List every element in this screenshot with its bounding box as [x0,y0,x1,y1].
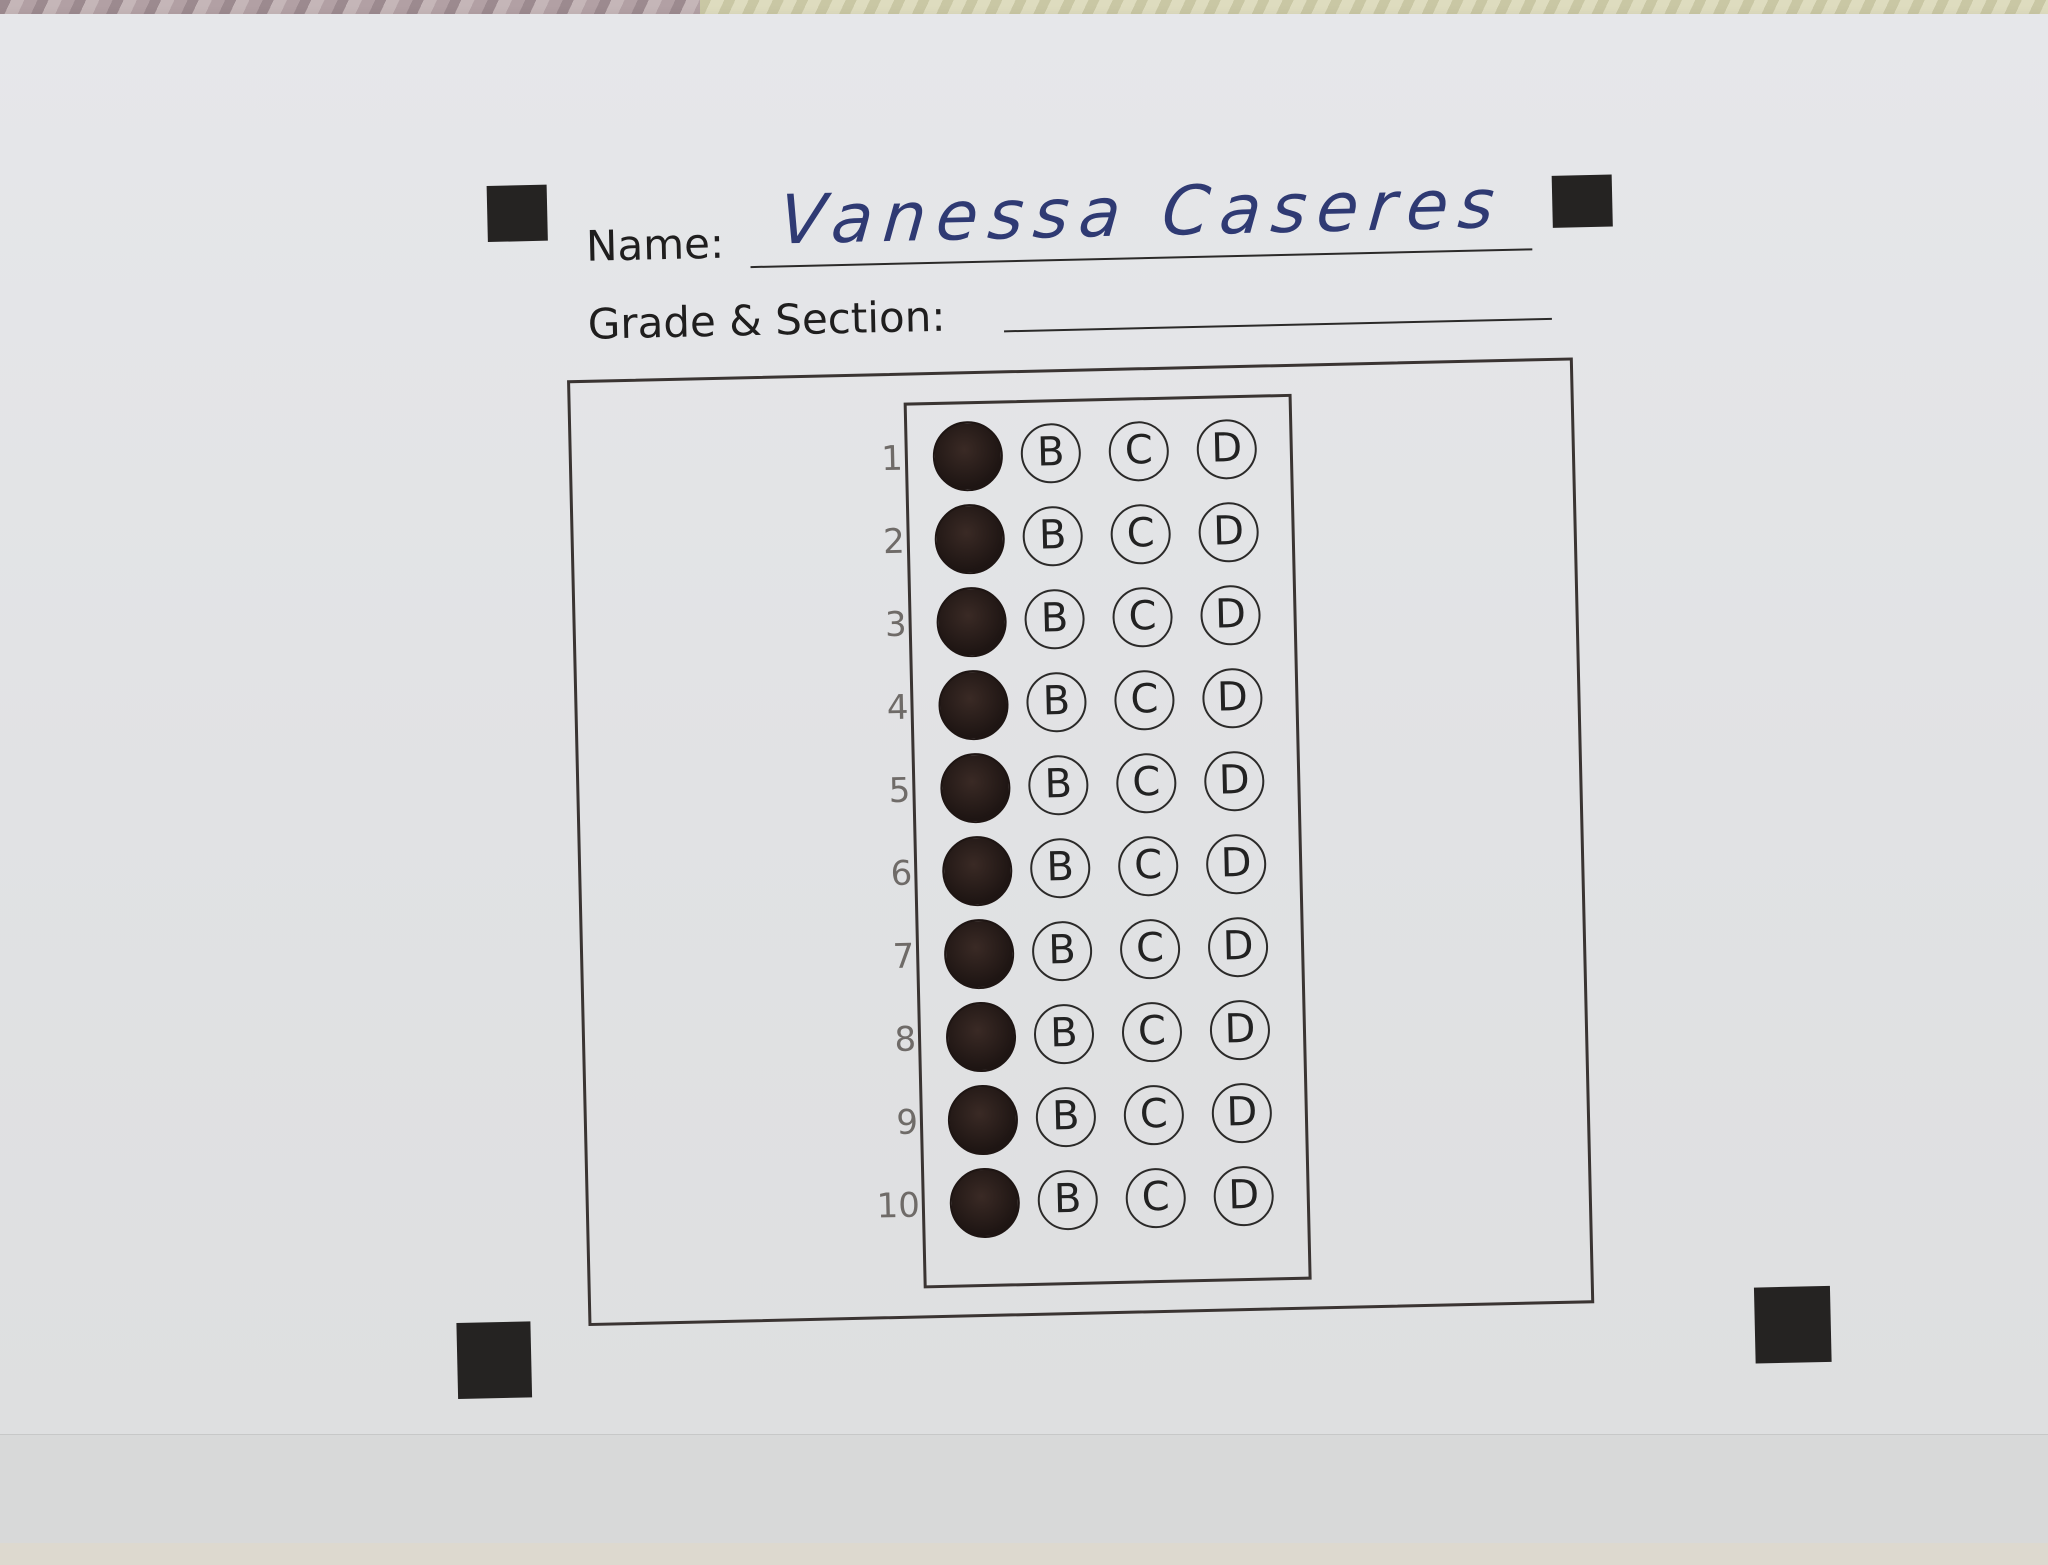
choice-bubble-a[interactable] [943,918,1015,990]
choice-bubble-a[interactable] [949,1167,1021,1239]
choice-bubble-c[interactable]: C [1119,918,1181,980]
alignment-marker-top-right [1551,174,1613,228]
choice-bubble-a[interactable] [939,752,1012,824]
choice-bubble-d[interactable]: D [1197,501,1260,563]
choice-bubble-c[interactable]: C [1125,1167,1187,1229]
question-number: 3 [884,604,908,646]
choice-bubble-c[interactable]: C [1115,752,1178,814]
choice-bubble-d[interactable]: D [1211,1082,1273,1144]
choice-bubble-b[interactable]: B [1037,1169,1099,1231]
choice-bubble-c[interactable]: C [1123,1084,1185,1146]
choice-bubble-d[interactable]: D [1213,1165,1275,1227]
question-number: 4 [886,687,910,729]
choice-bubble-b[interactable]: B [1029,837,1091,899]
choice-bubble-c[interactable]: C [1117,835,1179,897]
name-label: Name: [585,218,725,271]
alignment-marker-bottom-left [456,1321,533,1400]
question-number: 9 [895,1102,919,1143]
choice-bubble-d[interactable]: D [1209,999,1271,1061]
question-number: 2 [882,521,906,563]
choice-bubble-d[interactable]: D [1203,750,1265,812]
choice-bubble-c[interactable]: C [1111,586,1174,648]
choice-bubble-a[interactable] [941,835,1014,907]
grade-section-field[interactable] [1004,317,1552,333]
name-handwriting[interactable]: Vanessa Caseres [776,165,1507,261]
choice-bubble-b[interactable]: B [1031,920,1093,982]
choice-bubble-d[interactable]: D [1207,916,1269,978]
choice-bubble-b[interactable]: B [1033,1003,1095,1065]
question-number: 6 [890,853,913,895]
choice-bubble-a[interactable] [935,586,1008,658]
alignment-marker-top-left [486,184,548,243]
choice-bubble-c[interactable]: C [1113,669,1176,731]
grade-section-label: Grade & Section: [587,291,946,349]
choice-bubble-d[interactable]: D [1205,833,1267,895]
choice-bubble-a[interactable] [933,503,1006,575]
choice-bubble-a[interactable] [932,420,1004,492]
answer-form: Name: Vanessa Caseres Grade & Section: 1… [0,0,2048,1565]
question-number: 10 [876,1185,921,1227]
choice-bubble-c[interactable]: C [1108,420,1170,482]
choice-bubble-a[interactable] [947,1084,1019,1156]
choice-bubble-b[interactable]: B [1025,671,1088,733]
choice-bubble-a[interactable] [945,1001,1017,1073]
alignment-marker-bottom-right [1753,1285,1832,1364]
choice-bubble-c[interactable]: C [1121,1001,1183,1063]
question-number: 1 [880,438,904,480]
choice-bubble-b[interactable]: B [1035,1086,1097,1148]
choice-bubble-d[interactable]: D [1201,667,1264,729]
question-number: 8 [893,1019,917,1061]
choice-bubble-d[interactable]: D [1199,584,1262,646]
choice-bubble-b[interactable]: B [1020,422,1082,484]
question-number: 5 [888,770,911,812]
choice-bubble-b[interactable]: B [1022,505,1084,567]
choice-bubble-c[interactable]: C [1110,503,1172,565]
choice-bubble-b[interactable]: B [1023,588,1086,650]
choice-bubble-a[interactable] [937,669,1010,741]
choice-bubble-b[interactable]: B [1027,754,1090,816]
choice-bubble-d[interactable]: D [1196,418,1258,480]
question-number: 7 [892,936,915,978]
